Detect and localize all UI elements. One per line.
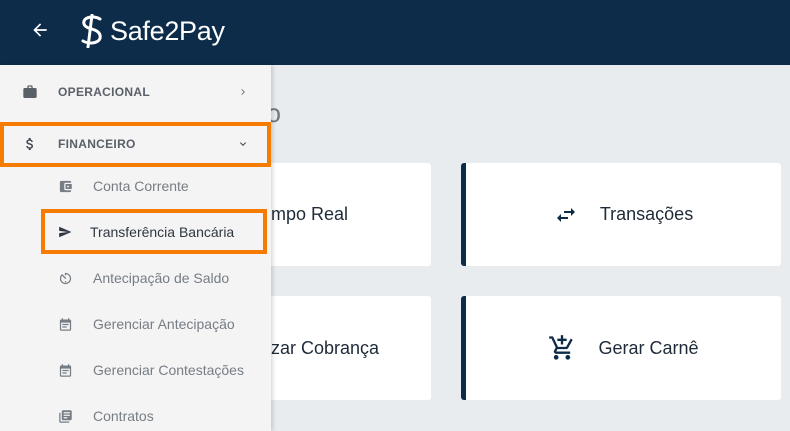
dollar-icon (22, 136, 38, 152)
sidebar-item-antecipacao-saldo[interactable]: Antecipação de Saldo (0, 260, 271, 296)
sidebar-section-label: FINANCEIRO (58, 137, 136, 151)
sidebar-item-label: Transferência Bancária (90, 224, 235, 240)
sidebar-item-label: Conta Corrente (93, 178, 189, 194)
calendar-icon (57, 362, 73, 378)
card-label: zar Cobrança (271, 337, 380, 358)
sidebar-menu: OPERACIONAL FINANCEIRO Conta Corrente Tr… (0, 65, 271, 431)
add-cart-icon (548, 334, 576, 362)
sidebar-item-gerenciar-antecipacao[interactable]: Gerenciar Antecipação (0, 306, 271, 342)
arrow-left-icon (33, 23, 47, 37)
card-gerar-carne[interactable]: Gerar Carnê (461, 296, 781, 400)
card-label: Transações (599, 204, 694, 224)
timer-icon (57, 270, 73, 286)
chevron-down-icon (236, 137, 250, 151)
sidebar-section-operacional[interactable]: OPERACIONAL (0, 69, 271, 115)
card-transacoes[interactable]: Transações (461, 163, 781, 266)
sidebar-item-label: Gerenciar Contestações (93, 362, 244, 378)
sidebar-item-contratos[interactable]: Contratos (0, 398, 271, 431)
sidebar-item-label: Gerenciar Antecipação (93, 316, 235, 332)
wallet-icon (57, 178, 73, 194)
sidebar-item-label: Antecipação de Saldo (93, 270, 230, 286)
send-icon (57, 224, 73, 240)
briefcase-icon (22, 84, 38, 100)
back-button[interactable] (26, 16, 54, 44)
sidebar-section-label: OPERACIONAL (58, 85, 150, 99)
card-label: mpo Real (271, 204, 349, 224)
top-app-bar: Safe2Pay (0, 0, 790, 65)
safe2pay-logo-icon (81, 14, 102, 48)
library-icon (57, 408, 73, 424)
app-logo[interactable]: Safe2Pay (78, 14, 225, 48)
calendar-icon (57, 316, 73, 332)
sidebar-item-conta-corrente[interactable]: Conta Corrente (0, 168, 271, 204)
card-label: Gerar Carnê (598, 337, 699, 358)
sidebar-section-financeiro[interactable]: FINANCEIRO (0, 121, 271, 167)
sidebar-item-label: Contratos (93, 408, 154, 424)
swap-arrows-icon (554, 203, 578, 227)
sidebar-item-transferencia-bancaria[interactable]: Transferência Bancária (0, 214, 271, 250)
chevron-right-icon (236, 85, 250, 99)
app-logo-text: Safe2Pay (110, 15, 225, 46)
sidebar-item-gerenciar-contestacoes[interactable]: Gerenciar Contestações (0, 352, 271, 388)
